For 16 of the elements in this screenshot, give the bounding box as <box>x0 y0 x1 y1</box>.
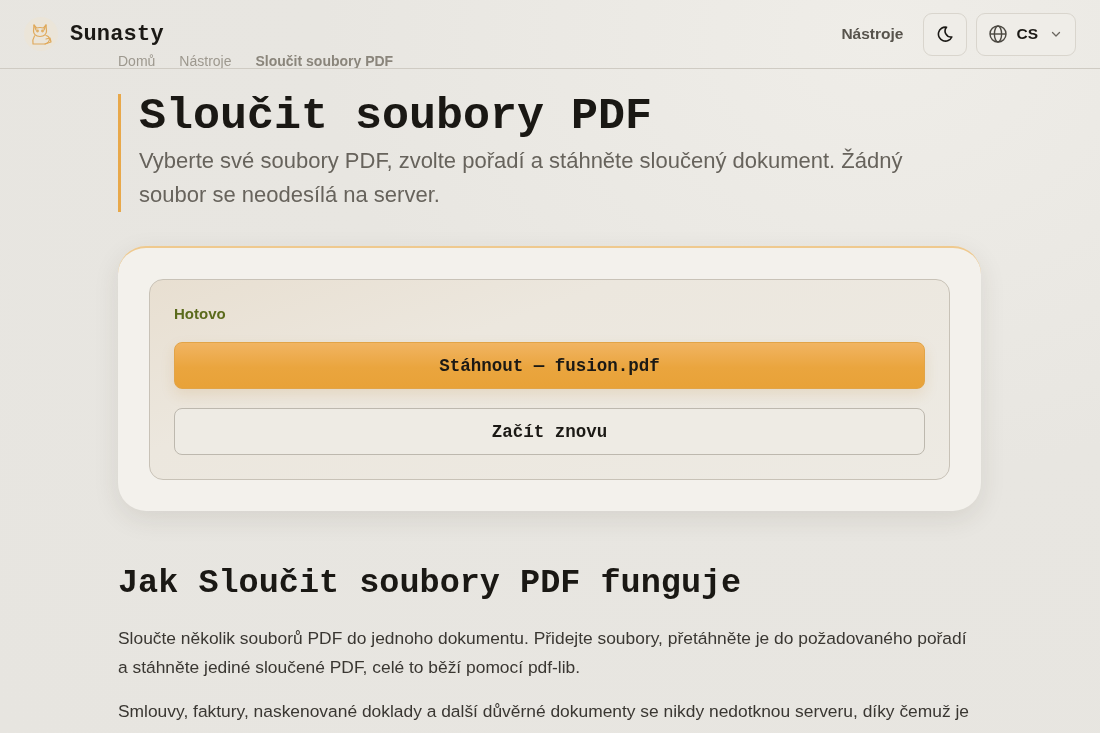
nav-link[interactable]: Nástroje <box>841 25 904 43</box>
status-text: Hotovo <box>174 304 226 324</box>
body-paragraph: Sloučte několik souborů PDF do jednoho dokumentu. Přidejte soubory, přetáhněte je do požadovaného pořadí a stáhněte jediné sloučené PDF, celé to běží pomocí pdf-lib. <box>118 627 968 679</box>
logo-text[interactable]: Sunasty <box>70 21 164 47</box>
chevron-down-icon <box>1051 29 1061 39</box>
theme-toggle-button[interactable] <box>923 12 968 56</box>
moon-icon <box>937 26 954 42</box>
download-button[interactable]: Stáhnout — fusion.pdf <box>174 342 925 389</box>
cat-icon <box>24 17 58 51</box>
section-heading: Jak Sloučit soubory PDF funguje <box>118 563 742 604</box>
restart-button[interactable]: Začít znovu <box>174 408 925 455</box>
page-title: Sloučit soubory PDF <box>139 94 653 140</box>
body-paragraph: Smlouvy, faktury, naskenované doklady a další důvěrné dokumenty se nikdy nedotknou serveru, díky čemuž je <box>118 700 970 723</box>
language-button[interactable]: CS <box>976 12 1076 56</box>
page-subtitle: Vyberte své soubory PDF, zvolte pořadí a stáhněte sloučený dokument. Žádný soubor se neodesílá na server. <box>139 147 904 209</box>
globe-icon <box>989 25 1008 43</box>
